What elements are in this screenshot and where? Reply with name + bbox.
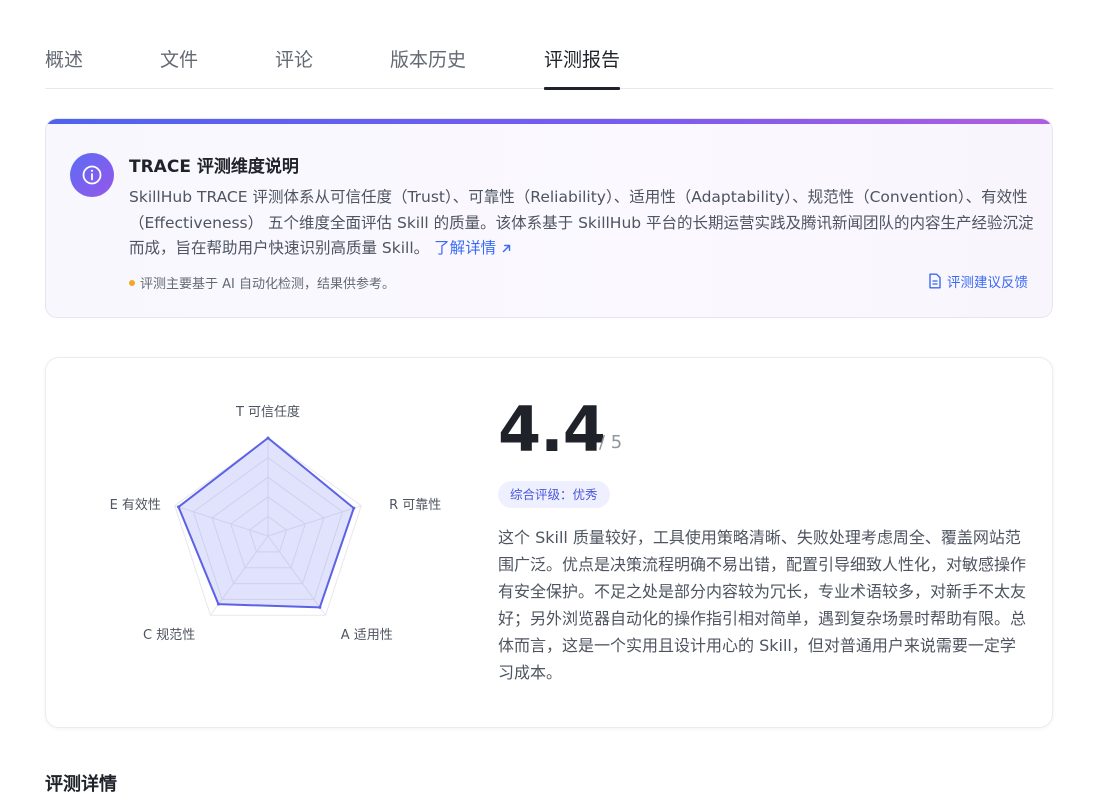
overall-score: 4.4 <box>498 393 606 466</box>
info-title: TRACE 评测维度说明 <box>129 157 299 177</box>
evaluation-details-title: 评测详情 <box>45 774 117 795</box>
feedback-label[interactable]: 评测建议反馈 <box>947 271 1028 291</box>
radar-axis-label: E 有效性 <box>110 498 161 513</box>
score-card: T 可信任度 R 可靠性 A 适用性 C 规范性 E 有效性 4.4 / 5 综合评级：… <box>45 357 1053 728</box>
score-max: / 5 <box>599 432 623 453</box>
trace-info-card: TRACE 评测维度说明 SkillHub TRACE 评测体系从可信任度（Tr… <box>45 118 1053 318</box>
tab-overview[interactable]: 概述 <box>45 45 83 89</box>
disclaimer-text: 评测主要基于 AI 自动化检测，结果供参考。 <box>140 277 395 292</box>
info-description-text: SkillHub TRACE 评测体系从可信任度（Trust）、可靠性（Reli… <box>129 188 1034 257</box>
radar-data-point <box>216 602 220 606</box>
evaluation-summary: 这个 Skill 质量较好，工具使用策略清晰、失败处理考虑周全、覆盖网站范围广泛… <box>498 528 1027 682</box>
radar-axis-label: T 可信任度 <box>235 404 300 420</box>
tab-evaluation-report[interactable]: 评测报告 <box>544 45 621 90</box>
info-description: SkillHub TRACE 评测体系从可信任度（Trust）、可靠性（Reli… <box>129 185 1034 262</box>
radar-axis-label: A 适用性 <box>341 628 393 643</box>
tab-files[interactable]: 文件 <box>160 45 198 89</box>
grade-badge: 综合评级：优秀 <box>498 481 610 508</box>
radar-data-point <box>318 605 322 609</box>
radar-data-point <box>177 505 181 509</box>
feedback-link[interactable]: 评测建议反馈 <box>928 271 1028 291</box>
tab-version-history[interactable]: 版本历史 <box>390 45 466 89</box>
disclaimer-note: 评测主要基于 AI 自动化检测，结果供参考。 <box>129 273 395 292</box>
learn-more-link[interactable]: 了解详情 <box>434 239 512 257</box>
radar-axis-label: C 规范性 <box>143 628 195 643</box>
info-icon <box>70 153 114 197</box>
learn-more-label[interactable]: 了解详情 <box>434 239 496 257</box>
gradient-top-bar <box>46 119 1052 124</box>
radar-data-point <box>266 436 270 440</box>
arrow-up-right-icon <box>502 244 511 253</box>
tab-bar: 概述 文件 评论 版本历史 评测报告 <box>45 0 1053 90</box>
radar-data-area <box>177 437 355 609</box>
radar-chart: T 可信任度 R 可靠性 A 适用性 C 规范性 E 有效性 <box>110 404 441 643</box>
warning-dot-icon <box>129 279 135 286</box>
radar-data-point <box>352 506 356 510</box>
document-icon <box>929 273 941 289</box>
radar-axis-label: R 可靠性 <box>389 498 441 513</box>
tab-comments[interactable]: 评论 <box>275 45 313 89</box>
